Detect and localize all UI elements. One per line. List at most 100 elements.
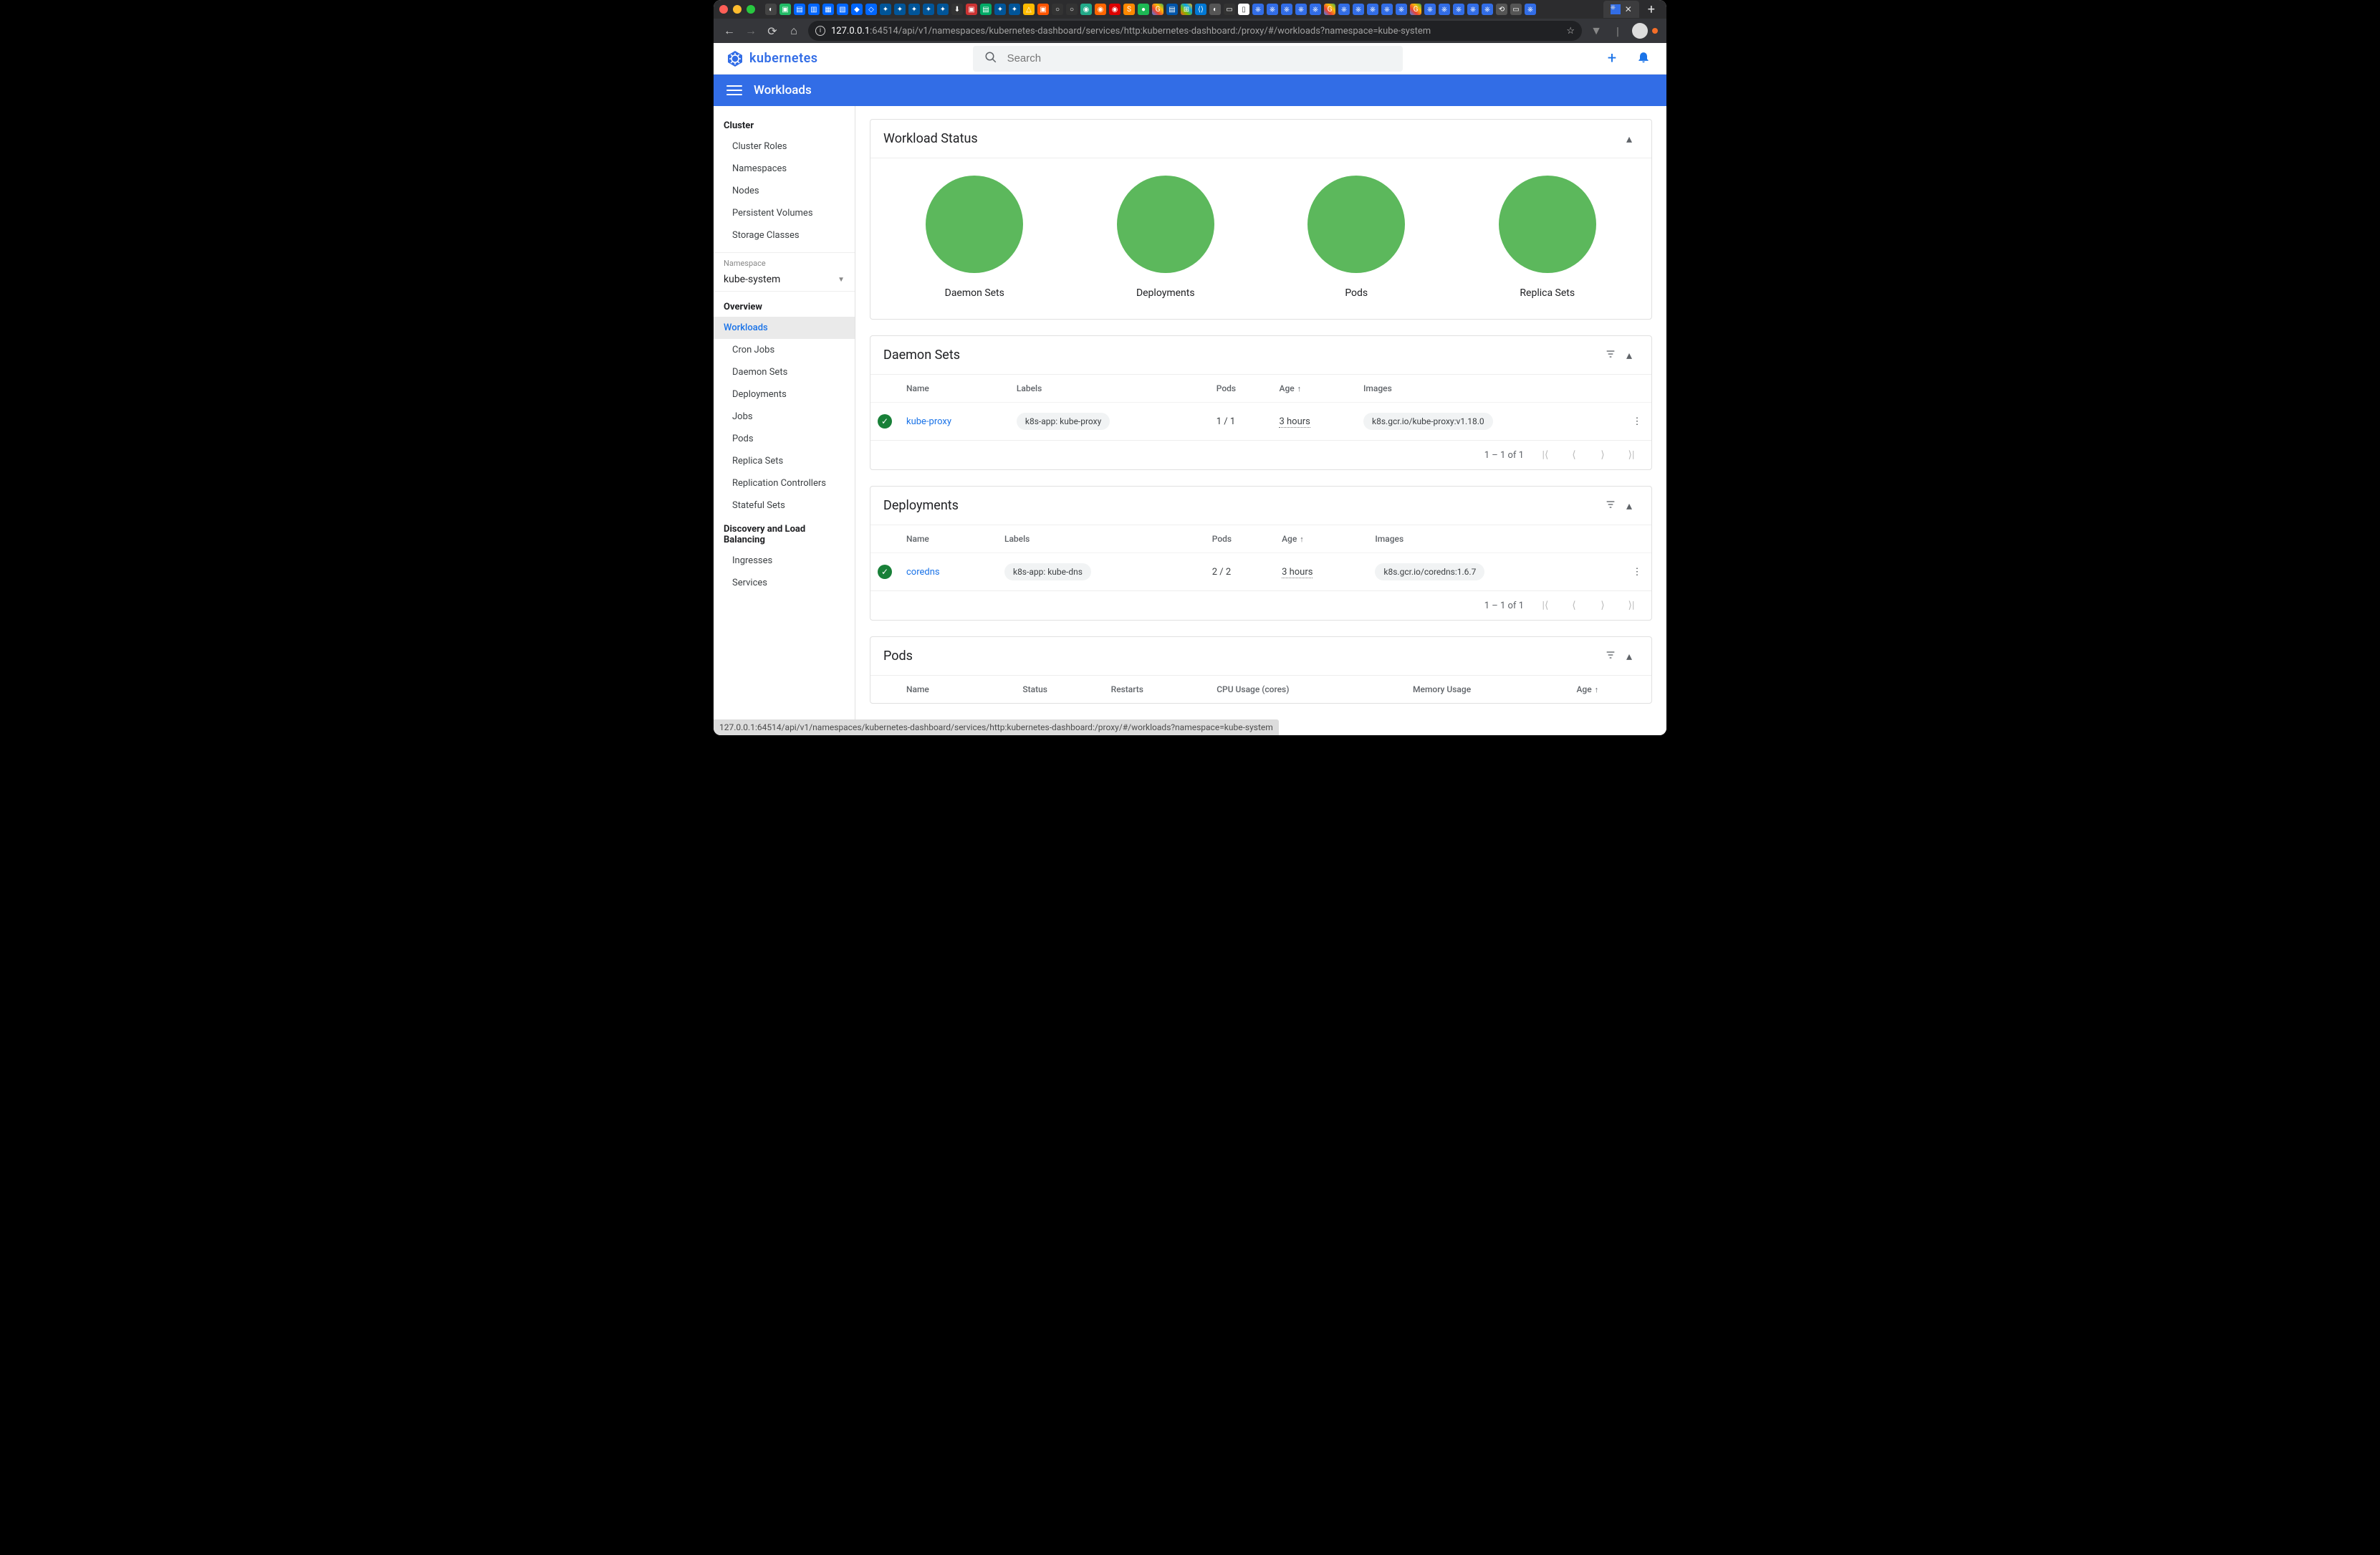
- star-icon[interactable]: ☆: [1566, 26, 1575, 37]
- sidebar-item-daemon-sets[interactable]: Daemon Sets: [714, 361, 855, 383]
- hamburger-menu-icon[interactable]: [726, 82, 742, 98]
- pinned-tab[interactable]: ⎈: [1453, 4, 1464, 15]
- pinned-tab[interactable]: ⎈: [1424, 4, 1436, 15]
- col-pods[interactable]: Pods: [1205, 525, 1275, 553]
- sidebar-item-persistent-volumes[interactable]: Persistent Volumes: [714, 202, 855, 224]
- pinned-tab[interactable]: ✦: [1009, 4, 1020, 15]
- pinned-tab[interactable]: ◇: [865, 4, 877, 15]
- col-mem[interactable]: Memory Usage: [1406, 676, 1569, 704]
- pinned-tab[interactable]: ⟨⟩: [1195, 4, 1206, 15]
- pinned-tab[interactable]: ✦: [937, 4, 949, 15]
- pinned-tab[interactable]: ⎈: [1353, 4, 1364, 15]
- pinned-tab[interactable]: ⊞: [1181, 4, 1192, 15]
- pinned-tab[interactable]: ⎈: [1396, 4, 1407, 15]
- prev-page-button[interactable]: ⟨: [1567, 449, 1581, 461]
- site-info-icon[interactable]: i: [815, 26, 825, 36]
- resource-link[interactable]: coredns: [899, 553, 997, 591]
- pinned-tab[interactable]: ⎈: [1525, 4, 1536, 15]
- pinned-tab[interactable]: ◉: [1109, 4, 1121, 15]
- last-page-button[interactable]: ⟩|: [1624, 449, 1638, 461]
- pinned-tab[interactable]: ⬇: [951, 4, 963, 15]
- search-box[interactable]: [973, 46, 1403, 72]
- col-age[interactable]: Age↑: [1569, 676, 1651, 704]
- pinned-tab[interactable]: ✦: [923, 4, 934, 15]
- pinned-tab[interactable]: ◉: [1080, 4, 1092, 15]
- col-name[interactable]: Name: [899, 375, 1009, 403]
- sidebar-item-stateful-sets[interactable]: Stateful Sets: [714, 494, 855, 517]
- active-tab[interactable]: ⎈ ✕: [1603, 1, 1639, 18]
- pinned-tab[interactable]: ⎈: [1439, 4, 1450, 15]
- pinned-tab[interactable]: G: [1152, 4, 1163, 15]
- pinned-tab[interactable]: ▥: [808, 4, 820, 15]
- pinned-tab[interactable]: ⎈: [1281, 4, 1292, 15]
- pinned-tab[interactable]: ⎈: [1367, 4, 1378, 15]
- pinned-tab[interactable]: ▤: [794, 4, 805, 15]
- pinned-tab[interactable]: ✦: [994, 4, 1006, 15]
- extension-icon[interactable]: ▼: [1589, 24, 1603, 38]
- home-button[interactable]: ⌂: [787, 24, 801, 38]
- pinned-tab[interactable]: ▧: [837, 4, 848, 15]
- last-page-button[interactable]: ⟩|: [1624, 600, 1638, 611]
- col-name[interactable]: Name: [899, 525, 997, 553]
- namespace-selector[interactable]: kube-system ▼: [714, 268, 855, 292]
- col-labels[interactable]: Labels: [997, 525, 1205, 553]
- sidebar-item-cron-jobs[interactable]: Cron Jobs: [714, 339, 855, 361]
- maximize-window-button[interactable]: [747, 5, 755, 14]
- col-cpu[interactable]: CPU Usage (cores): [1209, 676, 1406, 704]
- pinned-tab[interactable]: ▤: [1166, 4, 1178, 15]
- resource-link[interactable]: kube-proxy: [899, 403, 1009, 441]
- close-window-button[interactable]: [719, 5, 728, 14]
- collapse-icon[interactable]: [1620, 499, 1638, 512]
- pinned-tab[interactable]: ▣: [779, 4, 791, 15]
- pinned-tab[interactable]: ▤: [980, 4, 992, 15]
- pinned-tab[interactable]: ○: [1052, 4, 1063, 15]
- close-tab-icon[interactable]: ✕: [1625, 4, 1632, 14]
- address-bar[interactable]: i 127.0.0.1:64514/api/v1/namespaces/kube…: [808, 21, 1582, 41]
- next-page-button[interactable]: ⟩: [1596, 600, 1610, 611]
- sidebar-item-nodes[interactable]: Nodes: [714, 180, 855, 202]
- collapse-icon[interactable]: [1620, 348, 1638, 362]
- sidebar-item-jobs[interactable]: Jobs: [714, 406, 855, 428]
- back-button[interactable]: ←: [722, 24, 736, 38]
- sidebar-item-replication-controllers[interactable]: Replication Controllers: [714, 472, 855, 494]
- pinned-tab[interactable]: ⎈: [1381, 4, 1393, 15]
- pinned-tab[interactable]: ⎈: [1295, 4, 1307, 15]
- pinned-tab[interactable]: ✦: [880, 4, 891, 15]
- pinned-tab[interactable]: ▭: [1510, 4, 1522, 15]
- pinned-tab[interactable]: △: [1023, 4, 1035, 15]
- first-page-button[interactable]: |⟨: [1538, 600, 1553, 611]
- col-age[interactable]: Age↑: [1275, 525, 1368, 553]
- col-restarts[interactable]: Restarts: [1104, 676, 1210, 704]
- pinned-tab[interactable]: ○: [1066, 4, 1078, 15]
- next-page-button[interactable]: ⟩: [1596, 449, 1610, 461]
- row-menu-button[interactable]: ⋮: [1623, 553, 1651, 591]
- pinned-tab[interactable]: G: [1324, 4, 1335, 15]
- pinned-tab[interactable]: ⟲: [1496, 4, 1507, 15]
- profile-avatar[interactable]: [1632, 23, 1648, 39]
- sidebar-heading-overview[interactable]: Overview: [714, 295, 855, 317]
- pinned-tab[interactable]: ⎈: [1338, 4, 1350, 15]
- search-input[interactable]: [1007, 52, 1391, 64]
- prev-page-button[interactable]: ⟨: [1567, 600, 1581, 611]
- pinned-tab[interactable]: ✦: [908, 4, 920, 15]
- sidebar-item-pods[interactable]: Pods: [714, 428, 855, 450]
- col-labels[interactable]: Labels: [1009, 375, 1209, 403]
- pinned-tab[interactable]: ⎈: [1310, 4, 1321, 15]
- col-pods[interactable]: Pods: [1209, 375, 1272, 403]
- pinned-tab[interactable]: S: [1123, 4, 1135, 15]
- forward-button[interactable]: →: [744, 24, 758, 38]
- minimize-window-button[interactable]: [733, 5, 742, 14]
- pinned-tab[interactable]: ▣: [966, 4, 977, 15]
- pinned-tab[interactable]: G: [1410, 4, 1421, 15]
- pinned-tab[interactable]: ●: [1138, 4, 1149, 15]
- col-images[interactable]: Images: [1368, 525, 1623, 553]
- sidebar-item-deployments[interactable]: Deployments: [714, 383, 855, 406]
- col-images[interactable]: Images: [1356, 375, 1623, 403]
- pinned-tab[interactable]: ◉: [1095, 4, 1106, 15]
- new-tab-button[interactable]: +: [1642, 2, 1661, 17]
- pinned-tab[interactable]: ▯: [1238, 4, 1249, 15]
- sidebar-item-services[interactable]: Services: [714, 572, 855, 594]
- pinned-tab[interactable]: ⎈: [1252, 4, 1264, 15]
- sidebar-item-cluster-roles[interactable]: Cluster Roles: [714, 135, 855, 158]
- create-button[interactable]: +: [1602, 49, 1622, 67]
